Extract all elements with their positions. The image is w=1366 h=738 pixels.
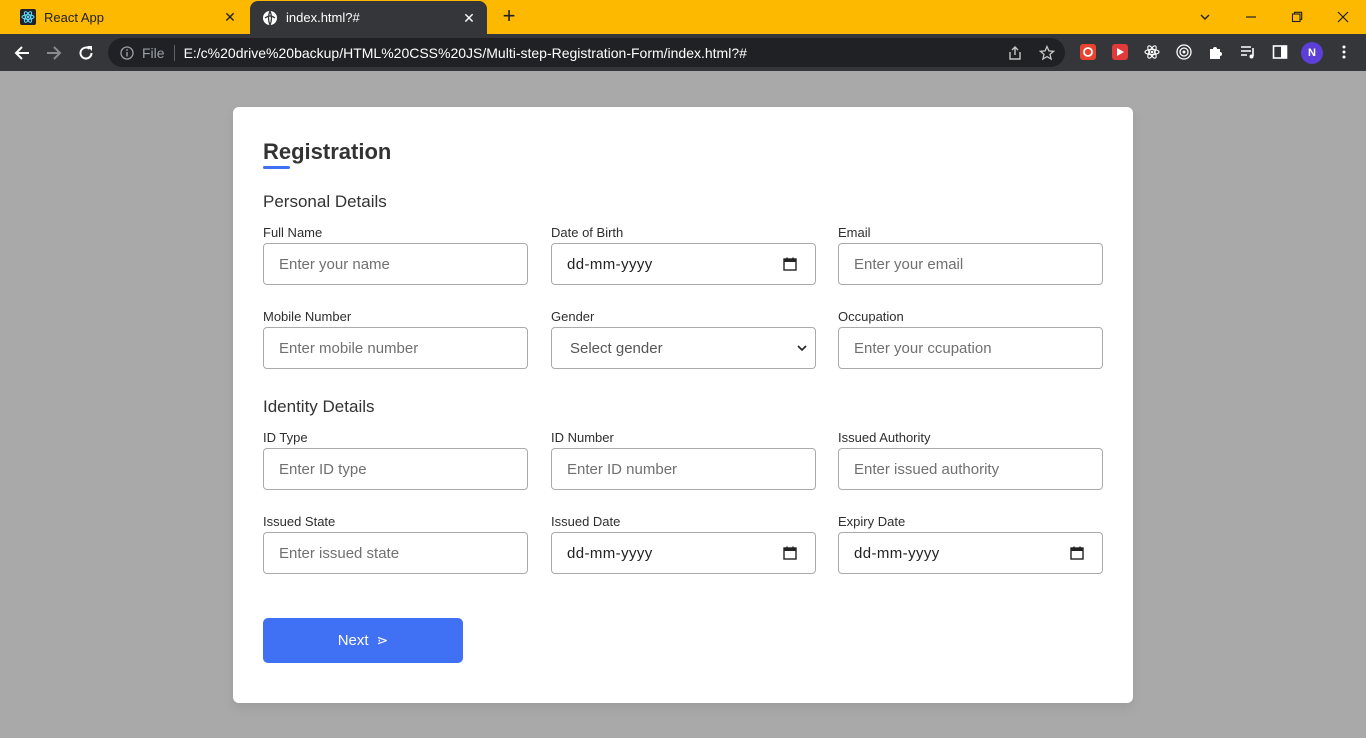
tab-search-chevron-icon[interactable] bbox=[1182, 0, 1228, 34]
forward-button[interactable] bbox=[41, 40, 67, 66]
next-button[interactable]: Next ⋗ bbox=[263, 618, 463, 663]
placeholder-text: Enter your name bbox=[279, 255, 390, 273]
field-label: Date of Birth bbox=[551, 225, 624, 240]
id-number-input[interactable]: Enter ID number bbox=[551, 448, 816, 490]
divider bbox=[173, 44, 175, 61]
globe-icon bbox=[262, 10, 278, 26]
calendar-icon[interactable] bbox=[782, 545, 798, 561]
field-gender: Gender Select gender bbox=[551, 309, 816, 369]
placeholder-text: Enter ID type bbox=[279, 460, 367, 478]
close-window-button[interactable] bbox=[1320, 0, 1366, 34]
field-label: Issued Authority bbox=[838, 430, 931, 445]
occupation-input[interactable]: Enter your ccupation bbox=[838, 327, 1103, 369]
calendar-icon[interactable] bbox=[782, 256, 798, 272]
field-issued-state: Issued State Enter issued state bbox=[263, 514, 528, 574]
issued-date-input[interactable]: dd-mm-yyyy bbox=[551, 532, 816, 574]
browser-toolbar: File E:/c%20drive%20backup/HTML%20CSS%20… bbox=[0, 34, 1366, 71]
field-label: Issued Date bbox=[551, 514, 621, 529]
issued-authority-input[interactable]: Enter issued authority bbox=[838, 448, 1103, 490]
chevron-down-icon bbox=[794, 340, 810, 356]
field-label: Email bbox=[838, 225, 871, 240]
next-button-label: Next bbox=[337, 632, 369, 649]
placeholder-text: Enter ID number bbox=[567, 460, 678, 478]
mobile-number-input[interactable]: Enter mobile number bbox=[263, 327, 528, 369]
date-placeholder: dd-mm-yyyy bbox=[567, 544, 653, 562]
registration-card: Registration Personal Details Full Name … bbox=[233, 107, 1133, 703]
react-devtools-icon[interactable] bbox=[1143, 43, 1161, 61]
id-type-input[interactable]: Enter ID type bbox=[263, 448, 528, 490]
field-date-of-birth: Date of Birth dd-mm-yyyy bbox=[551, 225, 816, 285]
target-extension-icon[interactable] bbox=[1175, 43, 1193, 61]
scheme-label: File bbox=[142, 44, 165, 61]
field-label: Issued State bbox=[263, 514, 336, 529]
field-issued-authority: Issued Authority Enter issued authority bbox=[838, 430, 1103, 490]
field-label: Full Name bbox=[263, 225, 323, 240]
title-underline bbox=[263, 166, 290, 169]
video-extension-icon[interactable] bbox=[1111, 43, 1129, 61]
field-label: Occupation bbox=[838, 309, 904, 324]
gender-select[interactable]: Select gender bbox=[551, 327, 816, 369]
field-expiry-date: Expiry Date dd-mm-yyyy bbox=[838, 514, 1103, 574]
page-title: Registration bbox=[263, 139, 392, 164]
field-label: Mobile Number bbox=[263, 309, 352, 324]
restore-button[interactable] bbox=[1274, 0, 1320, 34]
tab-react-app[interactable]: React App ✕ bbox=[8, 0, 248, 34]
section-title-identity: Identity Details bbox=[263, 397, 375, 416]
new-tab-button[interactable]: + bbox=[497, 5, 521, 29]
expiry-date-input[interactable]: dd-mm-yyyy bbox=[838, 532, 1103, 574]
share-icon[interactable] bbox=[1006, 44, 1024, 62]
field-mobile-number: Mobile Number Enter mobile number bbox=[263, 309, 528, 369]
close-icon[interactable]: ✕ bbox=[222, 9, 238, 25]
side-panel-icon[interactable] bbox=[1271, 43, 1289, 61]
record-extension-icon[interactable] bbox=[1079, 43, 1097, 61]
tab-index-html[interactable]: index.html?# ✕ bbox=[250, 1, 487, 34]
field-email: Email Enter your email bbox=[838, 225, 1103, 285]
send-arrow-icon: ⋗ bbox=[376, 632, 389, 648]
info-icon[interactable] bbox=[119, 45, 135, 61]
back-button[interactable] bbox=[9, 40, 35, 66]
tab-title: React App bbox=[44, 9, 104, 25]
profile-avatar[interactable]: N bbox=[1301, 42, 1323, 64]
media-queue-icon[interactable] bbox=[1239, 43, 1257, 61]
select-value: Select gender bbox=[570, 339, 663, 357]
placeholder-text: Enter issued state bbox=[279, 544, 400, 562]
more-menu-icon[interactable] bbox=[1335, 43, 1353, 61]
close-icon[interactable]: ✕ bbox=[461, 10, 477, 26]
placeholder-text: Enter mobile number bbox=[279, 339, 419, 357]
placeholder-text: Enter your email bbox=[854, 255, 964, 273]
url-text: E:/c%20drive%20backup/HTML%20CSS%20JS/Mu… bbox=[183, 44, 747, 61]
field-issued-date: Issued Date dd-mm-yyyy bbox=[551, 514, 816, 574]
field-occupation: Occupation Enter your ccupation bbox=[838, 309, 1103, 369]
email-input[interactable]: Enter your email bbox=[838, 243, 1103, 285]
address-bar[interactable]: File E:/c%20drive%20backup/HTML%20CSS%20… bbox=[108, 38, 1065, 67]
react-icon bbox=[20, 9, 36, 25]
date-placeholder: dd-mm-yyyy bbox=[567, 255, 653, 273]
date-placeholder: dd-mm-yyyy bbox=[854, 544, 940, 562]
tab-title: index.html?# bbox=[286, 10, 360, 25]
field-id-number: ID Number Enter ID number bbox=[551, 430, 816, 490]
star-icon[interactable] bbox=[1038, 44, 1056, 62]
tab-strip: React App ✕ index.html?# ✕ + bbox=[0, 0, 1366, 34]
reload-button[interactable] bbox=[73, 40, 99, 66]
field-label: Expiry Date bbox=[838, 514, 906, 529]
field-label: ID Type bbox=[263, 430, 308, 445]
issued-state-input[interactable]: Enter issued state bbox=[263, 532, 528, 574]
placeholder-text: Enter your ccupation bbox=[854, 339, 992, 357]
full-name-input[interactable]: Enter your name bbox=[263, 243, 528, 285]
calendar-icon[interactable] bbox=[1069, 545, 1085, 561]
placeholder-text: Enter issued authority bbox=[854, 460, 1000, 478]
field-label: Gender bbox=[551, 309, 595, 324]
puzzle-extensions-icon[interactable] bbox=[1207, 43, 1225, 61]
minimize-button[interactable] bbox=[1228, 0, 1274, 34]
field-label: ID Number bbox=[551, 430, 614, 445]
field-id-type: ID Type Enter ID type bbox=[263, 430, 528, 490]
date-of-birth-input[interactable]: dd-mm-yyyy bbox=[551, 243, 816, 285]
field-full-name: Full Name Enter your name bbox=[263, 225, 528, 285]
section-title-personal: Personal Details bbox=[263, 192, 387, 211]
